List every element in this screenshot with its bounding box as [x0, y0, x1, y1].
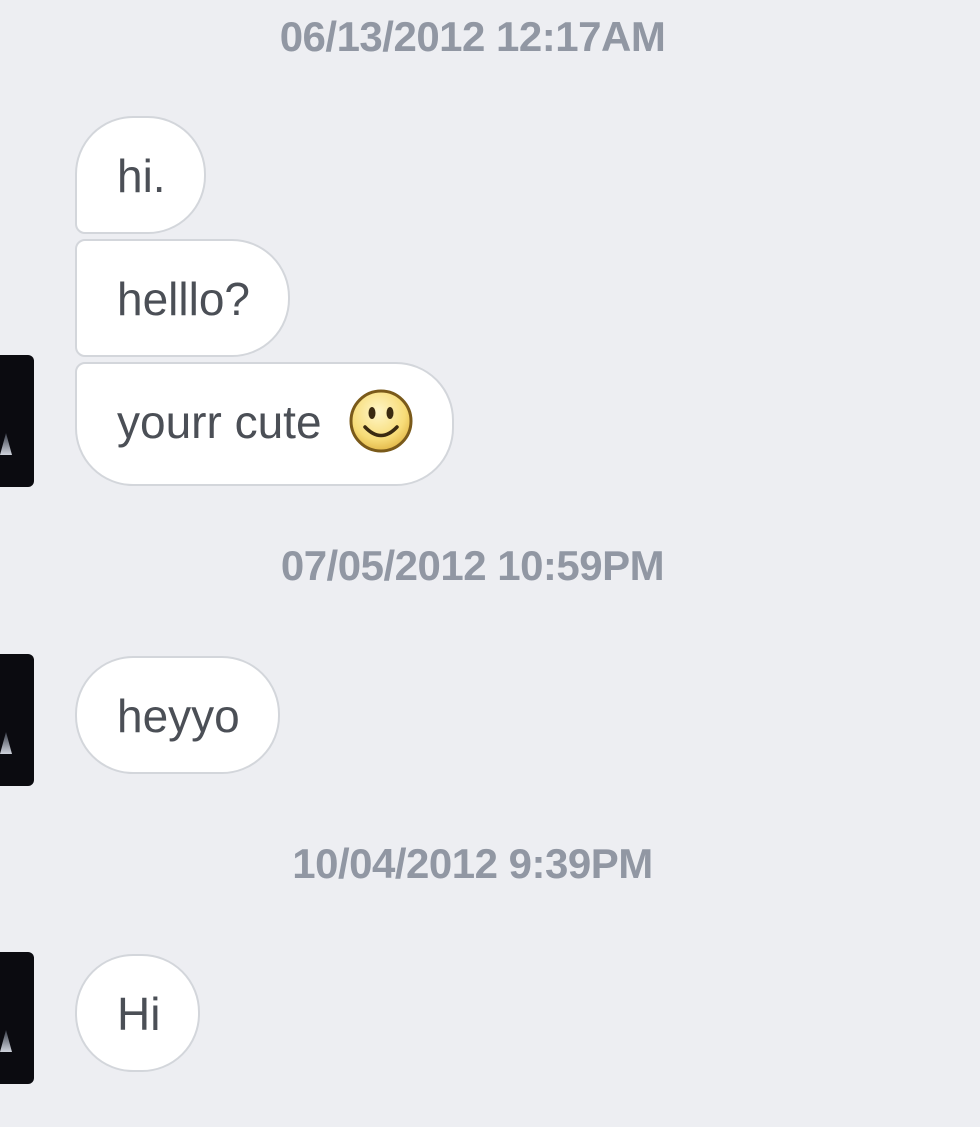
message-bubble[interactable]: yourr cute: [75, 362, 455, 486]
message-text: hi.: [117, 150, 166, 202]
message-text: Hi: [117, 988, 161, 1040]
message-text: yourr cute: [117, 396, 322, 448]
message-bubble[interactable]: hi.: [75, 116, 206, 234]
message-timestamp: 07/05/2012 10:59PM: [280, 542, 665, 589]
avatar[interactable]: [0, 355, 34, 487]
message-text: heyyo: [117, 690, 240, 742]
message-bubble[interactable]: Hi: [75, 954, 201, 1072]
message-bubble[interactable]: helllo?: [75, 239, 290, 357]
avatar[interactable]: [0, 952, 34, 1084]
message-timestamp: 10/04/2012 9:39PM: [292, 840, 653, 887]
avatar[interactable]: [0, 654, 34, 786]
message-text: helllo?: [117, 273, 250, 325]
smiley-icon: [349, 389, 413, 453]
message-bubble[interactable]: heyyo: [75, 656, 280, 774]
message-timestamp: 06/13/2012 12:17AM: [279, 13, 666, 60]
